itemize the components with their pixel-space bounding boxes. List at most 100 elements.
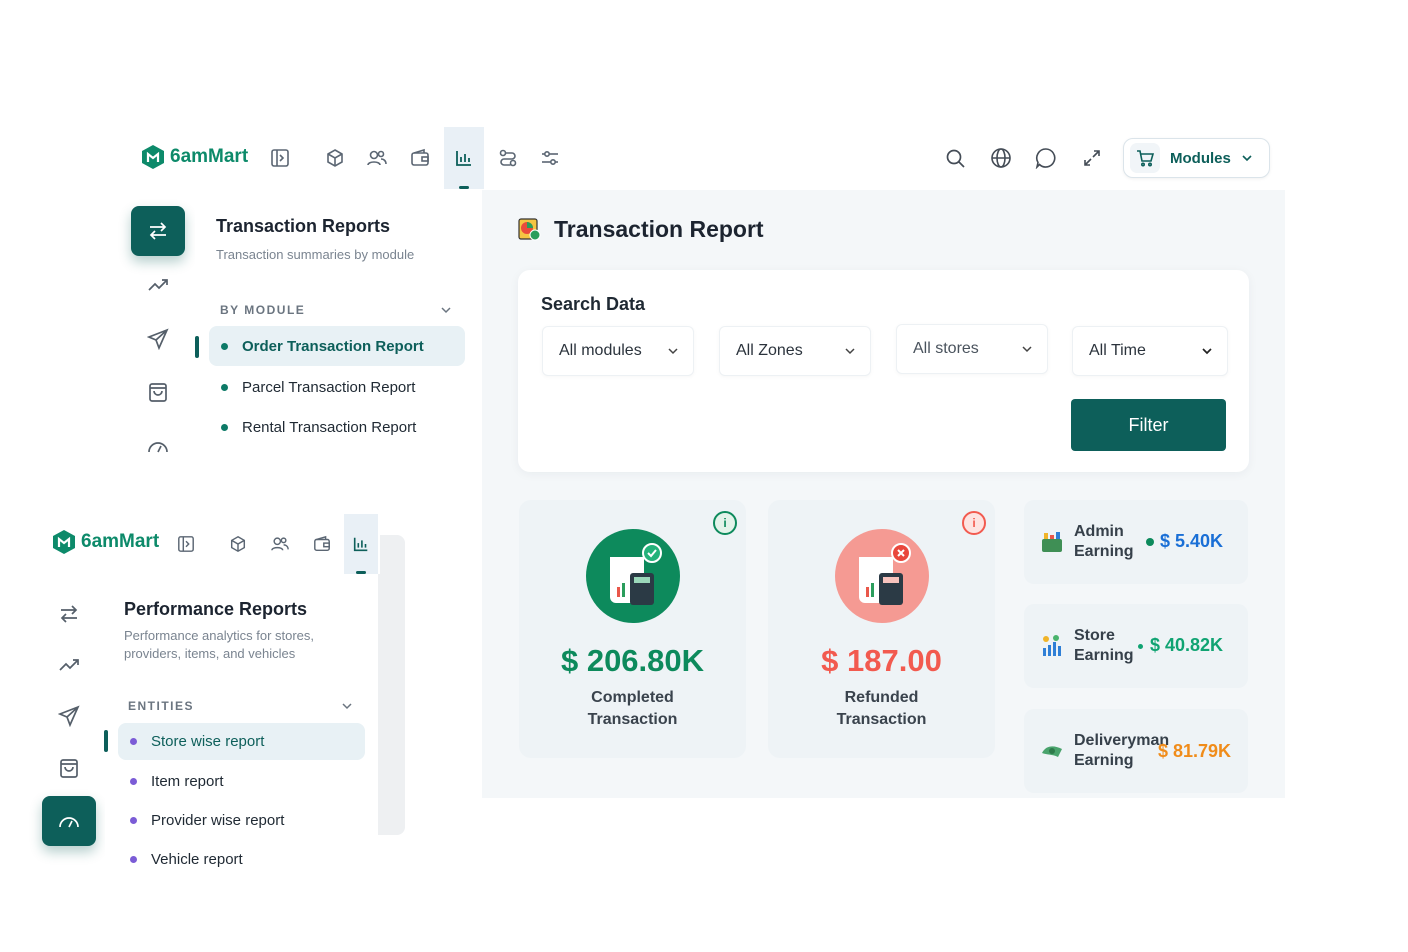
nav-rental-transaction[interactable]: Rental Transaction Report — [209, 407, 465, 447]
expand-icon[interactable] — [1072, 127, 1112, 189]
zone-select[interactable]: All Zones — [719, 326, 871, 376]
logo-icon — [142, 145, 164, 169]
overlay-submenu: Performance Reports Performance analytic… — [104, 575, 378, 885]
label-line: Completed — [591, 689, 674, 706]
submenu-description: Transaction summaries by module — [216, 247, 415, 262]
trending-up-icon — [148, 279, 168, 291]
refunded-transaction-label: Refunded Transaction — [837, 687, 927, 731]
users-icon[interactable] — [260, 514, 300, 574]
nav-parcel-transaction[interactable]: Parcel Transaction Report — [209, 367, 465, 407]
main-submenu: Transaction Reports Transaction summarie… — [195, 190, 480, 520]
admin-earning-icon — [1042, 532, 1062, 552]
rail-bag-button[interactable] — [42, 743, 96, 793]
search-icon[interactable] — [935, 127, 975, 189]
brand-logo[interactable]: 6amMart — [51, 529, 159, 555]
nav-label: Parcel Transaction Report — [242, 378, 416, 396]
nav-bullet — [221, 342, 228, 350]
bag-icon — [149, 383, 167, 402]
box-icon[interactable] — [218, 514, 258, 574]
label-line: Transaction — [836, 711, 927, 728]
rail-send-button[interactable] — [42, 691, 96, 741]
swap-icon — [60, 605, 78, 623]
nav-bullet — [130, 855, 137, 863]
info-icon[interactable]: i — [713, 511, 737, 535]
section-chevron-icon[interactable] — [341, 700, 353, 712]
brand-name: 6amMart — [81, 531, 160, 552]
refunded-transaction-icon — [834, 529, 929, 623]
store-earning-value: $ 40.82K — [1150, 635, 1224, 655]
rail-trending-button[interactable] — [42, 640, 96, 690]
active-indicator — [459, 186, 469, 189]
rail-trending-button[interactable] — [131, 260, 185, 310]
nav-store-wise-report[interactable]: Store wise report — [118, 723, 365, 760]
wallet-icon[interactable] — [302, 514, 342, 574]
info-icon[interactable] — [1138, 644, 1143, 649]
rail-swap-button[interactable] — [42, 589, 96, 639]
trending-up-icon — [59, 659, 79, 671]
store-earning-card: Store Earning $ 40.82K — [1024, 604, 1248, 688]
store-select-value: All stores — [913, 340, 979, 357]
section-label: ENTITIES — [128, 699, 195, 713]
modules-button[interactable]: Modules — [1123, 138, 1270, 178]
info-icon[interactable]: i — [962, 511, 986, 535]
brand-logo[interactable]: 6amMart — [140, 144, 248, 170]
store-select[interactable]: All stores — [896, 324, 1048, 374]
report-icon — [518, 218, 541, 241]
main-icon-rail — [125, 190, 193, 530]
gauge-icon — [59, 817, 79, 828]
search-title: Search Data — [541, 294, 646, 314]
rail-send-button[interactable] — [131, 314, 185, 364]
module-select[interactable]: All modules — [542, 326, 694, 376]
nav-label: Item report — [151, 772, 224, 790]
active-nav-marker — [104, 730, 108, 752]
completed-transaction-value: $ 206.80K — [560, 643, 705, 678]
cart-icon — [1130, 143, 1160, 173]
nav-order-transaction[interactable]: Order Transaction Report — [209, 326, 465, 366]
time-select-value: All Time — [1089, 342, 1146, 359]
nav-item-report[interactable]: Item report — [118, 761, 365, 801]
zone-select-value: All Zones — [736, 342, 803, 359]
box-icon[interactable] — [315, 127, 355, 189]
sliders-icon[interactable] — [530, 127, 570, 189]
section-label: BY MODULE — [220, 303, 306, 317]
refunded-transaction-value: $ 187.00 — [821, 643, 942, 678]
admin-earning-card: Admin Earning $ 5.40K — [1024, 500, 1248, 584]
section-chevron-icon[interactable] — [440, 304, 452, 316]
nav-bullet — [130, 738, 137, 745]
rail-bag-button[interactable] — [131, 367, 185, 417]
wallet-icon[interactable] — [400, 127, 440, 189]
send-icon — [147, 328, 169, 350]
deliveryman-earning-label: Deliveryman Earning — [1074, 731, 1169, 771]
nav-vehicle-report[interactable]: Vehicle report — [118, 839, 365, 879]
chat-icon[interactable] — [1026, 127, 1066, 189]
completed-transaction-card: i $ 206.80K Completed Transaction — [519, 500, 746, 758]
nav-bullet — [130, 777, 137, 785]
nav-bullet — [130, 816, 137, 824]
rail-swap-button[interactable] — [131, 206, 185, 256]
users-icon[interactable] — [357, 127, 397, 189]
time-select[interactable]: All Time — [1072, 326, 1228, 376]
bag-icon — [60, 759, 78, 778]
overlay-scrollbar[interactable] — [378, 535, 405, 835]
nav-provider-wise-report[interactable]: Provider wise report — [118, 800, 365, 840]
label-line: Earning — [1074, 752, 1134, 769]
panel-toggle-icon[interactable] — [260, 127, 300, 189]
gauge-icon — [148, 442, 168, 453]
filter-button[interactable]: Filter — [1071, 399, 1226, 451]
chevron-down-icon — [845, 348, 855, 355]
description-line: providers, items, and vehicles — [124, 646, 296, 661]
panel-toggle-icon[interactable] — [166, 514, 206, 574]
rail-gauge-button[interactable] — [42, 796, 96, 846]
label-line: Store — [1074, 627, 1115, 644]
route-icon[interactable] — [488, 127, 528, 189]
swap-icon — [149, 222, 167, 240]
info-icon[interactable] — [1146, 538, 1154, 546]
main-header: 6amMart Modules — [125, 127, 1285, 189]
chart-bar-icon[interactable] — [344, 514, 378, 574]
nav-label: Vehicle report — [151, 850, 243, 868]
chart-bar-icon[interactable] — [444, 127, 484, 189]
globe-icon[interactable] — [981, 127, 1021, 189]
refunded-transaction-card: i $ 187.00 Refunded Transaction — [768, 500, 995, 758]
rail-gauge-button[interactable] — [131, 421, 185, 471]
submenu-title: Transaction Reports — [216, 216, 391, 236]
